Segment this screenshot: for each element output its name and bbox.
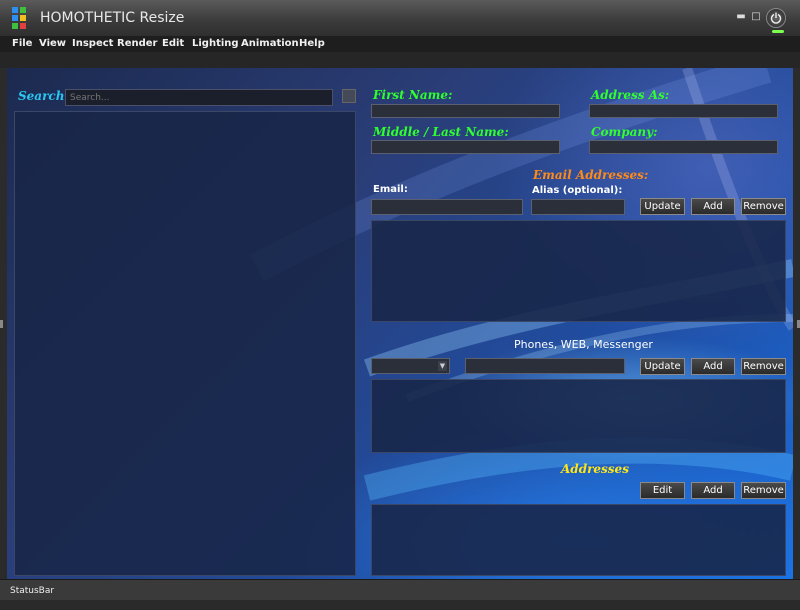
minimize-button[interactable]: ▬	[736, 12, 746, 22]
power-button[interactable]	[766, 8, 786, 28]
email-add-button[interactable]: Add	[691, 198, 735, 215]
chevron-down-icon: ▼	[438, 361, 447, 371]
title-bar: HOMOTHETIC Resize ▬ □	[0, 0, 800, 37]
menu-bar: File View Inspect Render Edit Lighting A…	[0, 36, 800, 52]
status-bar: StatusBar	[0, 579, 800, 610]
phones-section-title: Phones, WEB, Messenger	[514, 338, 653, 351]
alias-field[interactable]	[531, 199, 625, 215]
toolbar-strip	[0, 52, 800, 68]
window-title: HOMOTHETIC Resize	[40, 10, 185, 26]
phones-list[interactable]	[371, 379, 786, 453]
power-led-indicator	[772, 30, 784, 33]
phone-type-select[interactable]: ▼	[371, 358, 450, 374]
phone-update-button[interactable]: Update	[640, 358, 685, 375]
addresses-list[interactable]	[371, 504, 786, 576]
first-name-label: First Name:	[373, 88, 453, 102]
email-list[interactable]	[371, 220, 786, 322]
contact-list[interactable]	[14, 111, 356, 576]
phone-remove-button[interactable]: Remove	[741, 358, 786, 375]
email-field[interactable]	[371, 199, 523, 215]
maximize-button[interactable]: □	[751, 12, 761, 22]
address-as-field[interactable]	[589, 104, 778, 118]
address-edit-button[interactable]: Edit	[640, 482, 685, 499]
phone-value-field[interactable]	[465, 358, 625, 374]
middle-last-name-field[interactable]	[371, 140, 560, 154]
email-label: Email:	[373, 184, 408, 195]
search-button[interactable]	[342, 89, 356, 103]
main-content: Search First Name: Address As: Middle / …	[7, 68, 793, 579]
email-update-button[interactable]: Update	[640, 198, 685, 215]
menu-edit[interactable]: Edit	[162, 38, 184, 49]
power-icon	[770, 12, 782, 24]
menu-inspect[interactable]: Inspect	[72, 38, 113, 49]
menu-view[interactable]: View	[39, 38, 66, 49]
menu-render[interactable]: Render	[117, 38, 157, 49]
middle-last-name-label: Middle / Last Name:	[373, 125, 509, 139]
menu-file[interactable]: File	[12, 38, 32, 49]
search-input[interactable]	[65, 89, 333, 106]
company-field[interactable]	[589, 140, 778, 154]
address-remove-button[interactable]: Remove	[741, 482, 786, 499]
address-add-button[interactable]: Add	[691, 482, 735, 499]
status-text: StatusBar	[10, 586, 55, 596]
left-resize-grip[interactable]	[0, 320, 3, 328]
first-name-field[interactable]	[371, 104, 560, 118]
email-section-title: Email Addresses:	[533, 168, 649, 182]
menu-animation[interactable]: Animation	[241, 38, 299, 49]
menu-lighting[interactable]: Lighting	[192, 38, 239, 49]
email-remove-button[interactable]: Remove	[741, 198, 786, 215]
app-grid-icon	[12, 7, 34, 29]
menu-help[interactable]: Help	[299, 38, 325, 49]
search-label: Search	[18, 89, 65, 103]
company-label: Company:	[591, 125, 658, 139]
address-as-label: Address As:	[591, 88, 670, 102]
phone-add-button[interactable]: Add	[691, 358, 735, 375]
alias-label: Alias (optional):	[532, 185, 623, 196]
addresses-section-title: Addresses	[561, 462, 629, 476]
